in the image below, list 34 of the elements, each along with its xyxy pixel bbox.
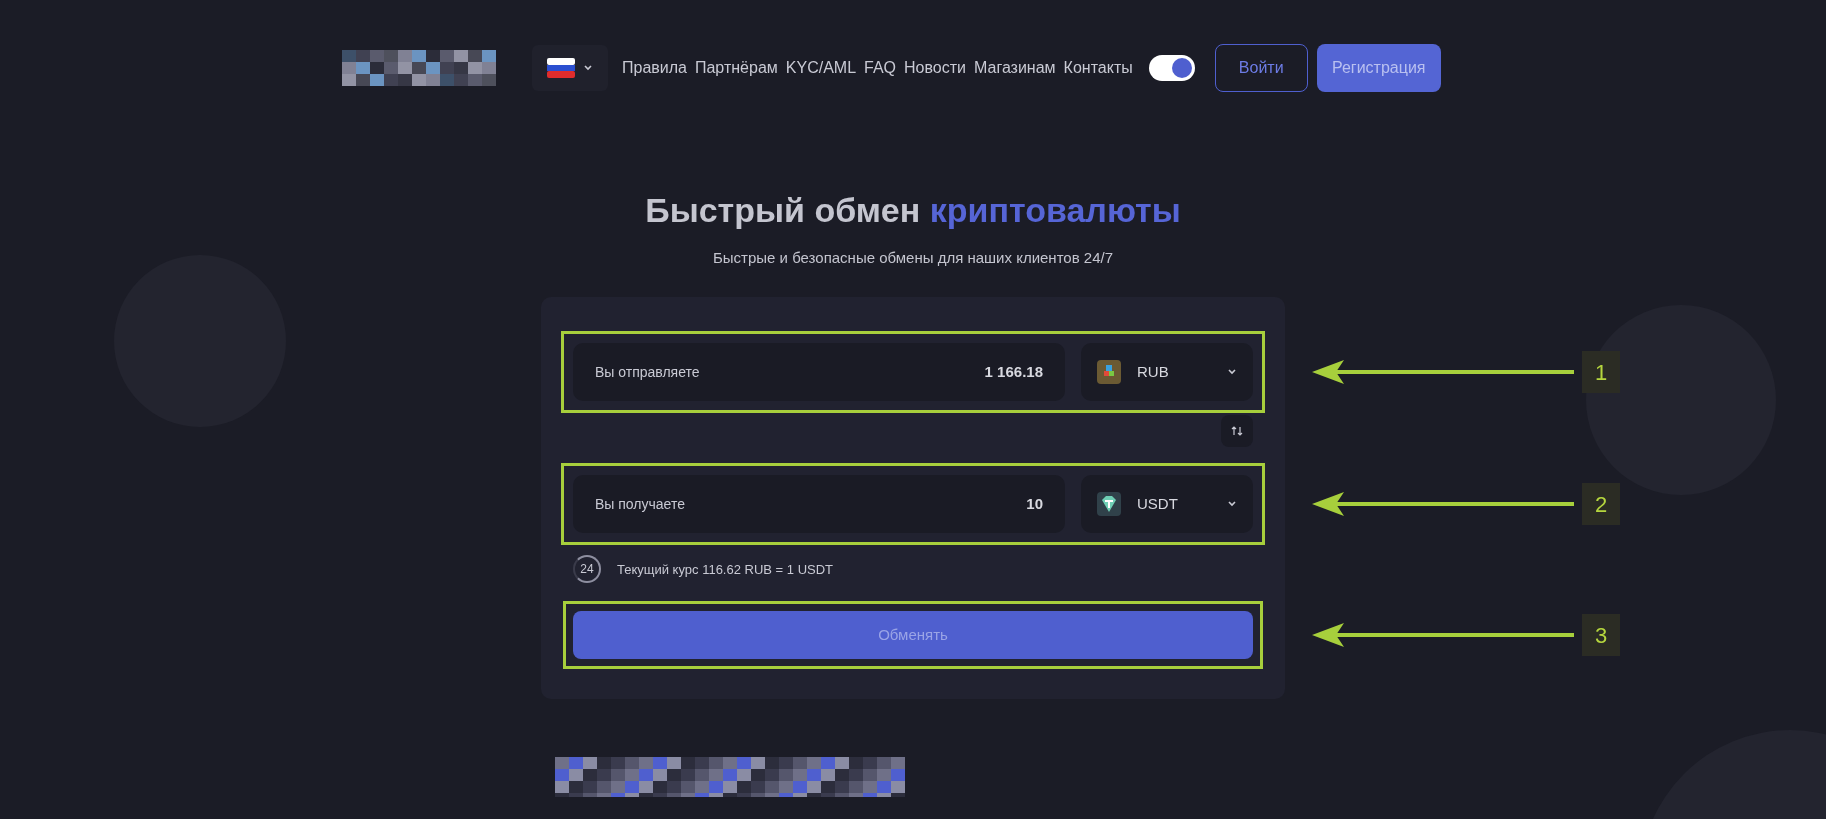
swap-button[interactable] [1221, 415, 1253, 448]
countdown-timer: 24 [573, 555, 601, 584]
currency-code: RUB [1137, 362, 1170, 383]
coin-icon [1097, 360, 1121, 385]
nav-link[interactable]: Правила [622, 56, 687, 80]
callout-number: 2 [1582, 483, 1620, 526]
nav-link[interactable]: Партнёрам [694, 56, 778, 80]
nav-link[interactable]: Новости [904, 56, 966, 80]
nav-link[interactable]: Магазинам [974, 56, 1056, 80]
language-dropdown[interactable] [532, 45, 608, 91]
caret-icon [1227, 500, 1237, 509]
nav-link[interactable]: KYC/AML [785, 56, 857, 80]
currency-dropdown[interactable]: RUB [1081, 343, 1253, 402]
amount-value: 1 166.18 [984, 362, 1043, 383]
nav-link[interactable]: FAQ [864, 56, 897, 80]
currency-dropdown[interactable]: USDT [1081, 475, 1253, 534]
field-label: Вы получаете [595, 494, 685, 514]
swap-icon [1231, 425, 1243, 438]
amount-value: 10 [1026, 494, 1043, 515]
amount-field[interactable]: Вы получаете 10 [573, 475, 1065, 534]
amount-field[interactable]: Вы отправляете 1 166.18 [573, 343, 1065, 402]
field-label: Вы отправляете [595, 362, 700, 382]
caret-icon [583, 64, 593, 72]
currency-code: USDT [1137, 494, 1179, 515]
subtitle: Быстрые и безопасные обмены для наших клиентов 24/7 [711, 247, 1115, 268]
login-button[interactable]: Войти [1214, 44, 1308, 92]
theme-toggle[interactable] [1148, 55, 1195, 81]
nav-link[interactable]: Контакты [1063, 56, 1133, 80]
exchange-rate: Текущий курс 116.62 RUB = 1 USDT [617, 560, 834, 579]
callout-number: 1 [1582, 351, 1620, 394]
page-title: Быстрый обмен криптовалюты [644, 190, 1182, 231]
caret-icon [1227, 368, 1237, 377]
callout-number: 3 [1582, 614, 1620, 657]
flag-icon [547, 58, 575, 78]
